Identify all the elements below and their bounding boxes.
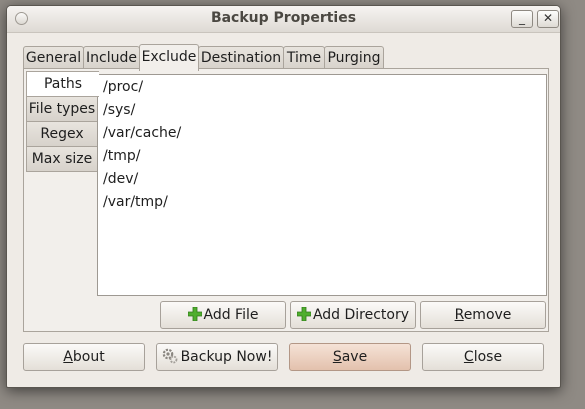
tab-include[interactable]: Include (83, 46, 140, 69)
backup-now-button[interactable]: Backup Now! (156, 343, 278, 371)
backup-properties-window: Backup Properties _ ✕ General Include Ex… (6, 5, 561, 388)
title-bar: Backup Properties _ ✕ (7, 6, 560, 33)
list-item[interactable]: /dev/ (103, 168, 138, 190)
save-label: ave (341, 349, 368, 365)
minimize-button[interactable]: _ (511, 10, 533, 28)
backup-now-label: Backup Now! (180, 349, 273, 365)
close-label: lose (473, 349, 503, 365)
plus-icon (296, 307, 311, 321)
remove-button[interactable]: Remove (420, 301, 546, 329)
list-item[interactable]: /tmp/ (103, 145, 140, 167)
remove-label: emove (463, 307, 512, 323)
tab-exclude[interactable]: Exclude (139, 44, 199, 71)
subtab-file-types[interactable]: File types (26, 96, 97, 122)
add-file-label: Add File (203, 307, 259, 323)
about-mnemonic: A (63, 349, 73, 365)
add-file-button[interactable]: Add File (160, 301, 286, 329)
close-button[interactable]: Close (422, 343, 544, 371)
remove-mnemonic: R (454, 307, 464, 323)
add-directory-button[interactable]: Add Directory (290, 301, 416, 329)
subtab-max-size[interactable]: Max size (26, 146, 97, 172)
about-button[interactable]: About (23, 343, 145, 371)
list-item[interactable]: /var/cache/ (103, 122, 181, 144)
save-mnemonic: S (332, 349, 342, 365)
window-title: Backup Properties (210, 10, 357, 26)
gear-icon (162, 348, 177, 364)
list-item[interactable]: /var/tmp/ (103, 191, 168, 213)
close-mnemonic: C (463, 349, 474, 365)
tab-purging[interactable]: Purging (324, 46, 384, 69)
plus-icon (187, 307, 202, 321)
list-item[interactable]: /sys/ (103, 99, 135, 121)
excluded-paths-list[interactable]: /proc/ /sys/ /var/cache/ /tmp/ /dev/ /va… (97, 74, 547, 296)
about-label: bout (72, 349, 105, 365)
close-window-button[interactable]: ✕ (537, 10, 559, 28)
tab-time[interactable]: Time (283, 46, 325, 69)
exclude-panel: Paths File types Regex Max size /proc/ /… (23, 68, 549, 332)
list-item[interactable]: /proc/ (103, 76, 143, 98)
subtab-paths[interactable]: Paths (26, 71, 99, 97)
tab-destination[interactable]: Destination (198, 46, 284, 69)
save-button[interactable]: Save (289, 343, 411, 371)
add-directory-label: Add Directory (312, 307, 410, 323)
tab-general[interactable]: General (23, 46, 84, 69)
subtab-regex[interactable]: Regex (26, 121, 97, 147)
